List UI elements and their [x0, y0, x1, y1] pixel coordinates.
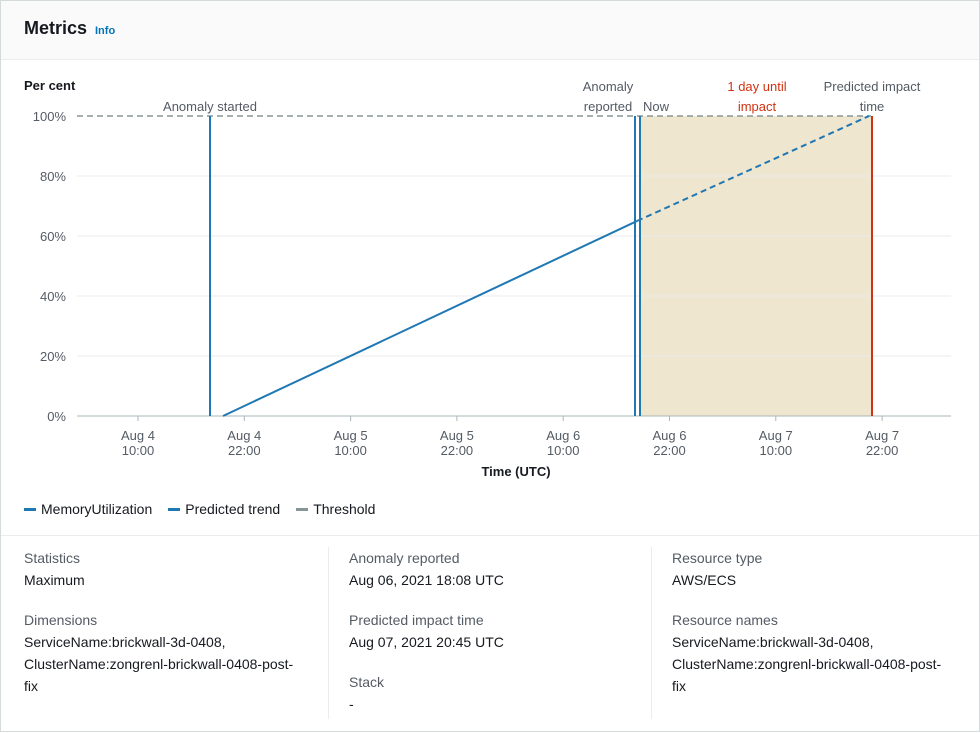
- column-separator-1: [328, 547, 329, 719]
- resource-names-value-line-3: fix: [672, 678, 686, 694]
- legend-trend-label: Predicted trend: [185, 501, 281, 517]
- column-separator-2: [651, 547, 652, 719]
- anomaly-started-label: Anomaly started: [163, 99, 257, 114]
- x-tick-label-time: 22:00: [866, 443, 899, 458]
- anomaly-reported-label: Anomaly reported: [349, 550, 460, 566]
- legend-solid-line-icon: [24, 507, 36, 511]
- predicted-impact-label-2: time: [860, 99, 885, 114]
- predicted-impact-time-value: Aug 07, 2021 20:45 UTC: [349, 634, 504, 650]
- details-divider: [1, 535, 979, 536]
- x-tick-label-date: Aug 4: [227, 428, 261, 443]
- legend-threshold-label: Threshold: [313, 501, 376, 517]
- x-tick-label-time: 22:00: [441, 443, 474, 458]
- predicted-impact-label-1: Predicted impact: [824, 79, 921, 94]
- details-column-2: Anomaly reported Aug 06, 2021 18:08 UTC …: [349, 547, 639, 733]
- legend-threshold-line-icon: [296, 507, 309, 511]
- y-tick-label: 80%: [40, 169, 66, 184]
- y-tick-label: 0%: [47, 409, 66, 424]
- chart-legend: MemoryUtilization Predicted trend Thresh…: [24, 501, 375, 517]
- x-tick-label-date: Aug 5: [440, 428, 474, 443]
- stack-label: Stack: [349, 674, 385, 690]
- dimensions-value-line-2: ClusterName:zongrenl-brickwall-0408-post…: [24, 656, 294, 672]
- x-tick-label-time: 10:00: [547, 443, 580, 458]
- metrics-panel: Metrics Info Per cent Time (UTC) Anomaly…: [0, 0, 980, 732]
- anomaly-reported-label-1: Anomaly: [583, 79, 634, 94]
- impact-window-shade: [641, 116, 872, 416]
- now-label: Now: [643, 99, 670, 114]
- details-column-1: Statistics Maximum Dimensions ServiceNam…: [24, 547, 319, 715]
- resource-type-value: AWS/ECS: [672, 572, 737, 588]
- predicted-impact-time-label: Predicted impact time: [349, 612, 484, 628]
- stack-value: -: [349, 696, 354, 712]
- x-tick-label-date: Aug 7: [759, 428, 793, 443]
- x-tick-label-time: 10:00: [334, 443, 367, 458]
- dimensions-label: Dimensions: [24, 612, 98, 628]
- memory-utilization-series: [222, 220, 638, 417]
- dimensions-value-line-1: ServiceName:brickwall-3d-0408,: [24, 634, 226, 650]
- days-until-impact-label-2: impact: [738, 99, 777, 114]
- resource-names-value-line-1: ServiceName:brickwall-3d-0408,: [672, 634, 874, 650]
- dimensions-value-line-3: fix: [24, 678, 38, 694]
- y-tick-label: 60%: [40, 229, 66, 244]
- x-tick-label-time: 22:00: [228, 443, 261, 458]
- x-axis-label: Time (UTC): [481, 464, 550, 479]
- legend-memory-utilization[interactable]: MemoryUtilization: [24, 501, 152, 517]
- y-tick-label: 40%: [40, 289, 66, 304]
- days-until-impact-label-1: 1 day until: [727, 79, 786, 94]
- y-tick-label: 100%: [33, 109, 67, 124]
- anomaly-reported-value: Aug 06, 2021 18:08 UTC: [349, 572, 504, 588]
- anomaly-reported-label-2: reported: [584, 99, 632, 114]
- x-tick-label-time: 10:00: [122, 443, 155, 458]
- legend-predicted-trend[interactable]: Predicted trend: [168, 501, 280, 517]
- legend-memory-label: MemoryUtilization: [41, 501, 153, 517]
- y-tick-label: 20%: [40, 349, 66, 364]
- details-column-3: Resource type AWS/ECS Resource names Ser…: [672, 547, 972, 715]
- legend-threshold[interactable]: Threshold: [296, 501, 375, 517]
- statistics-label: Statistics: [24, 550, 81, 566]
- x-tick-label-date: Aug 6: [546, 428, 580, 443]
- x-tick-label-time: 10:00: [760, 443, 793, 458]
- y-axis-label: Per cent: [24, 78, 76, 93]
- x-tick-label-date: Aug 6: [653, 428, 687, 443]
- resource-type-label: Resource type: [672, 550, 763, 566]
- x-tick-label-date: Aug 7: [865, 428, 899, 443]
- x-tick-label-date: Aug 4: [121, 428, 155, 443]
- x-tick-label-time: 22:00: [653, 443, 686, 458]
- x-tick-label-date: Aug 5: [334, 428, 368, 443]
- legend-dashed-line-icon: [168, 507, 181, 511]
- resource-names-value-line-2: ClusterName:zongrenl-brickwall-0408-post…: [672, 656, 942, 672]
- resource-names-label: Resource names: [672, 612, 778, 628]
- statistics-value: Maximum: [24, 572, 85, 588]
- metrics-chart: Per cent Time (UTC) Anomaly started Anom…: [24, 78, 951, 479]
